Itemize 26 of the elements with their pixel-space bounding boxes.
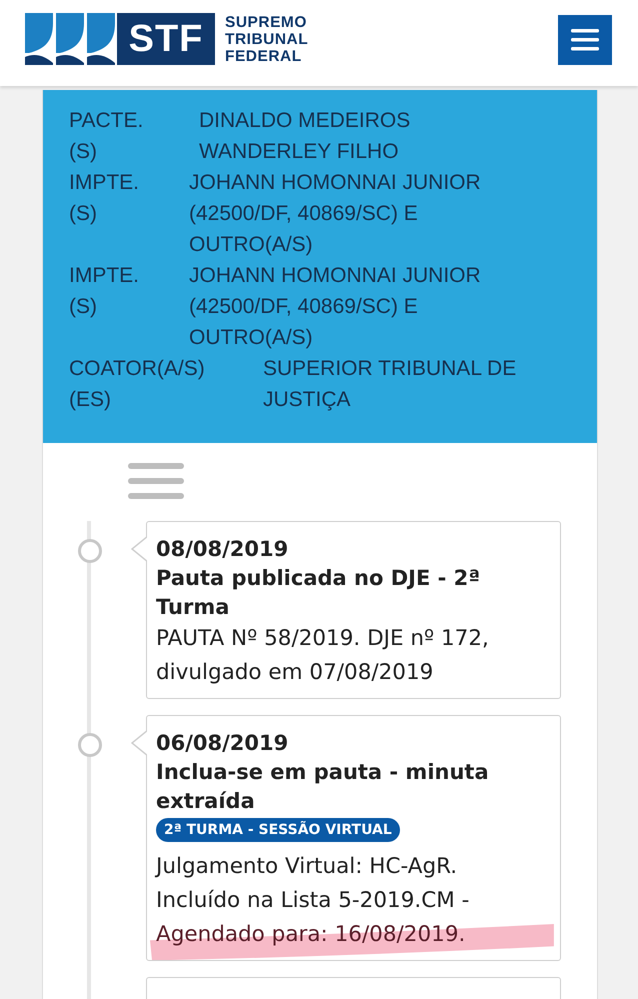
drag-handle-icon[interactable] [128,463,184,501]
party-name: JOHANN HOMONNAI JUNIOR (42500/DF, 40869/SC) E OUTRO(A/S) [189,263,482,351]
event-text: Agendado para: 16/08/2019. [156,922,466,947]
party-name: JOHANN HOMONNAI JUNIOR (42500/DF, 40869/SC) E OUTRO(A/S) [189,170,482,258]
event-title: Pauta publicada no DJE - 2ª Turma [156,565,482,621]
logo-text: SUPREMO TRIBUNAL FEDERAL [225,14,308,64]
event-date: 08/08/2019 [156,536,290,563]
event-text: Julgamento Virtual: HC-AgR. [156,854,458,879]
party-label: COATOR(A/S) (ES) [69,356,206,413]
session-tag: 2ª TURMA - SESSÃO VIRTUAL [156,818,400,842]
event-title: Inclua-se em pauta - minuta extraída [156,759,490,815]
timeline-dot [78,539,102,563]
party-label: IMPTE. (S) [69,170,140,227]
event-text: PAUTA Nº 58/2019. DJE nº 172, [156,626,489,651]
party-name: SUPERIOR TRIBUNAL DE JUSTIÇA [263,356,518,413]
logo-abbreviation: STF [117,13,215,65]
event-text: Incluído na Lista 5-2019.CM - [156,888,470,913]
menu-button[interactable] [558,15,612,65]
logo-icon [25,13,117,65]
party-name: DINALDO MEDEIROS WANDERLEY FILHO [199,108,412,165]
timeline-dot [78,733,102,757]
party-label: PACTE. (S) [69,108,144,165]
event-text: divulgado em 07/08/2019 [156,660,434,685]
party-label: IMPTE. (S) [69,263,140,320]
event-date: 06/08/2019 [156,730,290,757]
menu-icon [571,29,599,51]
